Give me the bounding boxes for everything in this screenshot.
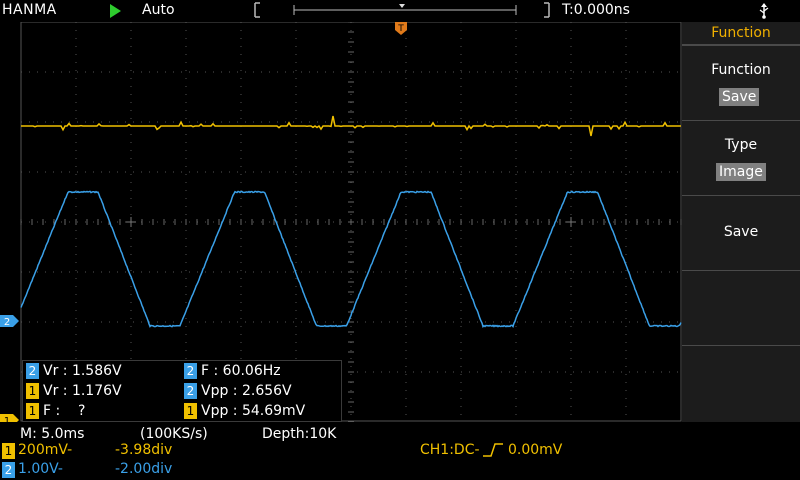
measurement-item: 2 Vr : 1.586V [26, 362, 122, 380]
usb-icon [759, 3, 769, 19]
svg-text:T: T [397, 24, 404, 34]
menu-item-empty[interactable] [682, 270, 800, 345]
measurement-item: 1 Vr : 1.176V [26, 382, 122, 400]
menu-item-label: Save [723, 224, 759, 240]
bottom-status-bar: M: 5.0ms (100KS/s) Depth:10K 1 200mV- -3… [0, 422, 800, 480]
ch2-indicator[interactable]: 2 [2, 461, 15, 478]
measurement-item: 2F : 60.06Hz [184, 362, 281, 380]
menu-item-empty[interactable] [682, 345, 800, 422]
trigger-position-marker[interactable]: T [395, 22, 407, 35]
ch1-level-marker[interactable]: 1 [0, 414, 19, 422]
measurement-item: 1F : ? [26, 402, 85, 420]
menu-item-label: Type [724, 137, 758, 153]
ch2-scale[interactable]: 1.00V- [18, 461, 63, 477]
timebase-readout[interactable]: M: 5.0ms [20, 426, 84, 442]
ch1-indicator[interactable]: 1 [2, 442, 15, 459]
sample-rate-readout: (100KS/s) [140, 426, 208, 442]
measurement-row: 1 Vr : 1.176V 2 Vpp : 2.656V [23, 381, 341, 401]
menu-title: Function [682, 22, 800, 45]
ch2-offset[interactable]: -2.00div [115, 461, 172, 477]
measurement-row: 1F : ? 1 Vpp : 54.69mV [23, 401, 341, 421]
trigger-level[interactable]: 0.00mV [508, 442, 562, 458]
memory-depth-readout[interactable]: Depth:10K [262, 426, 336, 442]
menu-item-function[interactable]: Function Save [682, 45, 800, 120]
measurement-item: 1 Vpp : 54.69mV [184, 402, 305, 420]
menu-item-label: Function [711, 62, 771, 78]
menu-item-value: Image [716, 163, 766, 181]
measurement-item: 2 Vpp : 2.656V [184, 382, 292, 400]
ch1-offset[interactable]: -3.98div [115, 442, 172, 458]
measurement-panel: 2 Vr : 1.586V 2F : 60.06Hz 1 Vr : 1.176V 2… [22, 360, 342, 422]
menu-item-save[interactable]: Save [682, 195, 800, 270]
rising-edge-icon [483, 443, 503, 457]
ch1-scale[interactable]: 200mV- [18, 442, 72, 458]
trigger-source[interactable]: CH1:DC- [420, 442, 480, 458]
svg-text:2: 2 [4, 317, 10, 328]
trigger-mode[interactable]: Auto [142, 2, 175, 18]
ch2-level-marker[interactable]: 2 [0, 315, 19, 328]
top-status-bar: HANMA Auto T:0.000ns [0, 0, 800, 22]
brand-logo: HANMA [2, 2, 57, 18]
menu-item-value: Save [719, 88, 760, 106]
function-menu: Function Function Save Type Image Save [682, 22, 800, 422]
play-icon[interactable] [110, 4, 122, 18]
measurement-row: 2 Vr : 1.586V 2F : 60.06Hz [23, 361, 341, 381]
trigger-time: T:0.000ns [562, 2, 630, 18]
timebase-position-bar[interactable] [254, 2, 550, 18]
menu-item-type[interactable]: Type Image [682, 120, 800, 195]
